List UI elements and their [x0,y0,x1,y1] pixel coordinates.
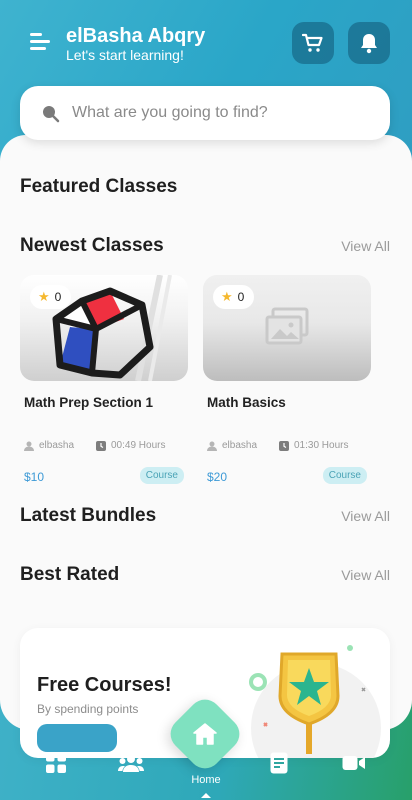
grid-icon [46,753,66,773]
newest-classes-title: Newest Classes [20,235,164,256]
course-duration: 01:30 Hours [294,440,349,451]
rating-value: 0 [54,290,62,304]
course-thumbnail: ★ 0 [20,275,188,381]
course-type-badge: Course [139,467,184,484]
course-author: elbasha [222,440,258,451]
rating-value: 0 [237,290,245,304]
nav-meetings[interactable] [341,750,367,776]
video-camera-icon [342,756,365,770]
app-title: elBasha Abqry [66,25,206,47]
promo-button[interactable] [37,724,117,752]
user-icon [207,441,217,451]
nav-blog[interactable] [266,750,292,776]
best-rated-view-all-link[interactable]: View All [341,567,390,583]
course-price: $10 [24,470,45,484]
course-title: Math Basics [207,395,286,410]
nav-home[interactable] [176,705,234,763]
search-icon [43,106,60,123]
document-icon [270,752,288,774]
nav-categories[interactable] [43,750,69,776]
course-price: $20 [207,470,228,484]
course-title: Math Prep Section 1 [24,395,154,410]
latest-bundles-title: Latest Bundles [20,505,157,526]
star-shield-illustration [249,645,381,758]
bundles-view-all-link[interactable]: View All [341,508,390,524]
rating-pill: ★ 0 [30,285,72,309]
nav-instructors[interactable] [117,750,145,776]
active-indicator [201,793,211,798]
notifications-button[interactable] [348,22,390,64]
search-bar[interactable] [20,86,390,140]
image-placeholder-icon [265,307,309,345]
course-meta: elbasha 01:30 Hours [207,440,371,451]
rating-pill: ★ 0 [213,285,255,309]
course-type-badge: Course [322,467,367,484]
users-icon [118,755,144,772]
course-author: elbasha [39,440,75,451]
home-icon [193,723,217,745]
best-rated-title: Best Rated [20,564,120,585]
star-icon: ★ [38,289,50,304]
course-meta: elbasha 00:49 Hours [24,440,188,451]
app-subtitle: Let's start learning! [66,47,184,63]
cart-button[interactable] [292,22,334,64]
newest-view-all-link[interactable]: View All [341,238,390,254]
course-duration: 00:49 Hours [111,440,166,451]
clock-icon [279,440,289,451]
bell-icon [361,34,377,54]
promo-subtitle: By spending points [37,702,139,716]
star-icon: ★ [221,289,233,304]
search-input[interactable] [72,100,372,126]
cart-icon [302,33,323,52]
promo-title: Free Courses! [37,674,172,696]
clock-icon [96,440,106,451]
user-icon [24,441,34,451]
menu-icon[interactable] [30,33,50,51]
course-card[interactable]: ★ 0 Math Basics elbasha 01:30 Hours $20 … [203,275,371,490]
course-thumbnail: ★ 0 [203,275,371,381]
featured-classes-title: Featured Classes [20,176,178,197]
course-card[interactable]: ★ 0 Math Prep Section 1 elbasha 00:49 Ho… [20,275,188,490]
